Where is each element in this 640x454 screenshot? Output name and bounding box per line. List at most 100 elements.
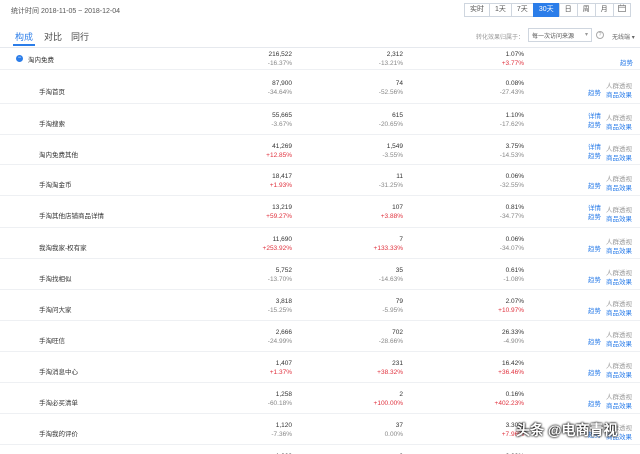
table-row: 我淘我家-权有家 11,690 +253.92% 7 +133.33% 0.06% -34.… <box>0 228 640 259</box>
trend-link[interactable]: 趋势 <box>588 276 601 285</box>
conversion-change: +10.97% <box>498 307 524 314</box>
source-name: 手淘其他店铺商品详情 <box>39 213 104 220</box>
row-actions: 趋势 <box>588 182 601 191</box>
buyers-change: -5.95% <box>382 307 403 314</box>
attribution-model-select[interactable]: 每一次访问来源 ▾ <box>528 28 592 42</box>
trend-link[interactable]: 趋势 <box>620 57 633 67</box>
range-button-day[interactable]: 日 <box>558 3 578 17</box>
visitors-value: 1,258 <box>275 391 292 398</box>
visitors-value: 87,900 <box>272 80 292 87</box>
visitors-change: -3.67% <box>271 121 292 128</box>
buyers-change: +133.33% <box>373 245 403 252</box>
stat-time-label: 统计时间 2018-11-05 ~ 2018-12-04 <box>11 8 121 15</box>
trend-link[interactable]: 趋势 <box>588 338 601 347</box>
device-select-value: 无线端 <box>612 35 631 41</box>
detail-link[interactable]: 详情 <box>588 204 601 213</box>
source-name: 手淘搜索 <box>39 121 65 128</box>
buyers-change: -31.25% <box>378 182 403 189</box>
source-name: 手淘必买清单 <box>39 400 78 407</box>
product-effect-link[interactable]: 商品效果 <box>606 213 632 223</box>
group-row: − 淘内免费 216,522 -16.37% 2,312 -13.21% 1.07% +3.7… <box>0 48 640 70</box>
buyers-change: -13.21% <box>378 60 403 67</box>
calendar-icon[interactable] <box>612 3 631 17</box>
trend-link[interactable]: 趋势 <box>588 182 601 191</box>
table-row: 手淘必买清单 1,258 -60.18% 2 +100.00% 0.16% +402.23%… <box>0 383 640 414</box>
buyers-value: 35 <box>395 267 403 274</box>
buyers-change: -14.63% <box>378 276 403 283</box>
product-effect-link[interactable]: 商品效果 <box>606 338 632 348</box>
collapse-icon[interactable]: − <box>16 55 23 62</box>
watermark: 头条 @电商青视 <box>516 422 618 438</box>
trend-link[interactable]: 趋势 <box>588 89 601 98</box>
product-effect-link[interactable]: 商品效果 <box>606 400 632 410</box>
visitors-value: 18,417 <box>272 173 292 180</box>
conversion-change: -34.77% <box>499 213 524 220</box>
conversion-change: -27.43% <box>499 89 524 96</box>
conversion-change: -14.53% <box>499 152 524 159</box>
buyers-change: +3.88% <box>380 213 403 220</box>
buyers-change: -28.66% <box>378 338 403 345</box>
conversion-value: 0.06% <box>505 173 524 180</box>
product-effect-link[interactable]: 商品效果 <box>606 245 632 255</box>
help-icon[interactable]: ? <box>596 31 604 39</box>
trend-link[interactable]: 趋势 <box>588 400 601 409</box>
product-effect-link[interactable]: 商品效果 <box>606 276 632 286</box>
buyers-value: 74 <box>395 80 403 87</box>
range-button-30day[interactable]: 30天 <box>532 3 560 17</box>
range-button-week[interactable]: 周 <box>576 3 596 17</box>
source-name: 手淘找相似 <box>39 276 72 283</box>
visitors-change: -13.70% <box>267 276 292 283</box>
buyers-change: -20.65% <box>378 121 403 128</box>
tab-compare[interactable]: 对比 <box>44 30 62 43</box>
trend-link[interactable]: 趋势 <box>588 152 601 161</box>
conversion-change: -32.55% <box>499 182 524 189</box>
visitors-change: +1.37% <box>269 369 292 376</box>
trend-link[interactable]: 趋势 <box>588 245 601 254</box>
product-effect-link[interactable]: 商品效果 <box>606 121 632 131</box>
conversion-change: -34.07% <box>499 245 524 252</box>
visitors-value: 13,219 <box>272 204 292 211</box>
visitors-value: 2,666 <box>275 329 292 336</box>
trend-link[interactable]: 趋势 <box>588 121 601 130</box>
attribution-model-value: 每一次访问来源 <box>532 34 575 40</box>
conversion-change: -17.62% <box>499 121 524 128</box>
product-effect-link[interactable]: 商品效果 <box>606 369 632 379</box>
row-actions: 详情 趋势 <box>588 143 601 161</box>
source-name: 手淘旺信 <box>39 338 65 345</box>
table-row: 手淘淘金币 18,417 +1.93% 11 -31.25% 0.06% -32.55% 人群… <box>0 165 640 196</box>
detail-link[interactable]: 详情 <box>588 112 601 121</box>
trend-link[interactable]: 趋势 <box>588 369 601 378</box>
range-button-realtime[interactable]: 实时 <box>464 3 490 17</box>
visitors-change: -15.25% <box>267 307 292 314</box>
product-effect-link[interactable]: 商品效果 <box>606 182 632 192</box>
top-bar: 统计时间 2018-11-05 ~ 2018-12-04 实时 1天 7天 30… <box>0 0 640 22</box>
range-button-7day[interactable]: 7天 <box>510 3 534 17</box>
table-row: 手淘其他店铺商品详情 13,219 +59.27% 107 +3.88% 0.81% -34… <box>0 196 640 228</box>
product-effect-link[interactable]: 商品效果 <box>606 89 632 99</box>
table-row: 手淘首页 87,900 -34.64% 74 -52.56% 0.08% -27.43% 人群… <box>0 72 640 104</box>
visitors-value: 11,690 <box>272 236 292 243</box>
buyers-value: 79 <box>395 298 403 305</box>
buyers-value: 615 <box>392 112 403 119</box>
range-button-month[interactable]: 月 <box>594 3 614 17</box>
visitors-change: -7.36% <box>271 431 292 438</box>
visitors-value: 1,120 <box>275 422 292 429</box>
buyers-value: 37 <box>395 422 403 429</box>
row-actions: 趋势 <box>588 89 601 98</box>
trend-link[interactable]: 趋势 <box>588 213 601 222</box>
source-name: 手淘淘金币 <box>39 182 72 189</box>
conversion-value: 0.81% <box>505 204 524 211</box>
device-select[interactable]: 无线端 ▾ <box>612 32 635 41</box>
tab-composition[interactable]: 构成 <box>15 30 33 43</box>
conversion-change: +36.46% <box>498 369 524 376</box>
detail-link[interactable]: 详情 <box>588 143 601 152</box>
visitors-change: -60.18% <box>267 400 292 407</box>
product-effect-link[interactable]: 商品效果 <box>606 152 632 162</box>
source-name: 淘内免费其他 <box>39 152 78 159</box>
buyers-value: 702 <box>392 329 403 336</box>
product-effect-link[interactable]: 商品效果 <box>606 307 632 317</box>
range-button-1day[interactable]: 1天 <box>489 3 512 17</box>
row-actions: 趋势 <box>588 400 601 409</box>
trend-link[interactable]: 趋势 <box>588 307 601 316</box>
tab-peers[interactable]: 同行 <box>71 30 89 43</box>
